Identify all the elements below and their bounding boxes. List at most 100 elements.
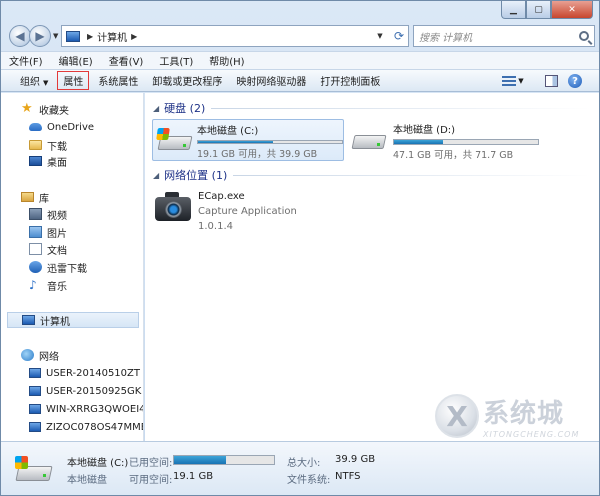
refresh-button[interactable]: ⟳	[389, 26, 409, 46]
drive-light	[183, 144, 186, 147]
close-button[interactable]: ✕	[551, 1, 593, 19]
navigation-pane: ★ 收藏夹 OneDrive 下载 桌面 库 视频 图片 文档 迅雷下载 ♪ 音乐 …	[1, 93, 144, 441]
search-icon[interactable]	[579, 31, 589, 41]
maximize-button[interactable]: ▢	[526, 1, 551, 19]
app-version: 1.0.1.4	[198, 221, 233, 232]
computer-icon	[66, 30, 80, 42]
nav-label: USER-20150925GK	[46, 385, 142, 397]
group-header-hard-disks[interactable]: ◢ 硬盘 (2)	[153, 100, 591, 116]
nav-network[interactable]: 网络	[21, 347, 59, 363]
help-button[interactable]: ?	[567, 73, 583, 89]
menu-help[interactable]: 帮助(H)	[209, 53, 244, 68]
system-properties-button[interactable]: 系统属性	[93, 71, 143, 90]
map-network-drive-button[interactable]: 映射网络驱动器	[231, 71, 311, 90]
uninstall-program-button[interactable]: 卸载或更改程序	[147, 71, 227, 90]
details-fs-value: NTFS	[335, 471, 361, 482]
open-control-panel-button[interactable]: 打开控制面板	[315, 71, 385, 90]
nav-onedrive[interactable]: OneDrive	[29, 119, 94, 135]
drive-usage-bar	[393, 139, 539, 145]
nav-network-host[interactable]: ZIZOC078OS47MME	[29, 419, 144, 435]
network-icon	[21, 349, 34, 361]
nav-music[interactable]: ♪ 音乐	[29, 277, 67, 293]
drive-body	[351, 135, 387, 149]
view-list-icon	[502, 76, 517, 86]
nav-computer[interactable]: 计算机	[7, 312, 139, 328]
search-input[interactable]: 搜索 计算机	[414, 29, 472, 44]
recent-pages-dropdown[interactable]: ▼	[53, 32, 58, 40]
nav-downloads[interactable]: 下载	[29, 137, 67, 153]
network-computer-icon	[29, 386, 41, 396]
nav-network-host[interactable]: USER-20140510ZT	[29, 365, 140, 381]
network-location-ecap[interactable]: ECap.exe Capture Application 1.0.1.4	[155, 189, 297, 234]
nav-label: 网络	[39, 351, 59, 363]
nav-network-host[interactable]: WIN-XRRG3QWOEI4	[29, 401, 143, 417]
menu-edit[interactable]: 编辑(E)	[59, 53, 93, 68]
nav-label: ZIZOC078OS47MME	[46, 421, 144, 433]
properties-button[interactable]: 属性	[57, 71, 90, 90]
menu-file[interactable]: 文件(F)	[9, 53, 43, 68]
command-bar: 组织 ▼ 属性 系统属性 卸载或更改程序 映射网络驱动器 打开控制面板 ▼ ?	[1, 69, 599, 92]
nav-label: 下载	[47, 141, 67, 153]
change-view-button[interactable]: ▼	[501, 73, 525, 89]
cloud-icon	[29, 123, 42, 131]
drive-c[interactable]: 本地磁盘 (C:) 19.1 GB 可用，共 39.9 GB	[152, 119, 344, 161]
system-drive-icon	[156, 128, 193, 154]
nav-documents[interactable]: 文档	[29, 241, 67, 257]
nav-pictures[interactable]: 图片	[29, 224, 67, 240]
nav-label: 图片	[47, 228, 67, 240]
drive-usage-fill	[394, 140, 443, 144]
nav-label: OneDrive	[47, 121, 95, 133]
windows-logo-icon	[15, 456, 28, 469]
minimize-button[interactable]: ▁	[501, 1, 526, 19]
chevron-down-icon: ▼	[518, 77, 524, 85]
nav-favorites[interactable]: ★ 收藏夹	[21, 101, 69, 117]
drive-d[interactable]: 本地磁盘 (D:) 47.1 GB 可用，共 71.7 GB	[347, 119, 539, 161]
camera-lens	[165, 201, 182, 218]
nav-videos[interactable]: 视频	[29, 206, 67, 222]
group-title: 硬盘 (2)	[164, 102, 206, 115]
nav-xunlei-downloads[interactable]: 迅雷下载	[29, 259, 87, 275]
nav-network-host[interactable]: USER-20150925GK	[29, 383, 141, 399]
library-icon	[21, 192, 34, 202]
nav-label: 迅雷下载	[47, 263, 87, 275]
breadcrumb-computer[interactable]: 计算机	[97, 29, 127, 44]
back-button[interactable]: ◀	[9, 25, 31, 47]
collapse-arrow-icon[interactable]: ◢	[153, 104, 159, 113]
organize-button[interactable]: 组织 ▼	[15, 71, 53, 90]
details-usage-bar	[173, 455, 275, 465]
search-box[interactable]: 搜索 计算机	[413, 25, 595, 47]
nav-label: 视频	[47, 210, 67, 222]
back-arrow-icon: ◀	[15, 29, 25, 43]
details-free-label: 可用空间:	[129, 475, 173, 486]
menu-view[interactable]: 查看(V)	[109, 53, 144, 68]
forward-button[interactable]: ▶	[29, 25, 51, 47]
preview-pane-button[interactable]	[543, 73, 559, 89]
content-pane: ◢ 硬盘 (2) 本地磁盘 (C:) 19.1 GB 可用，共 39.9 GB	[145, 93, 599, 441]
group-title: 网络位置 (1)	[164, 169, 228, 182]
group-divider	[211, 107, 591, 109]
nav-label: 音乐	[47, 281, 67, 293]
details-used-label: 已用空间:	[129, 458, 173, 469]
drive-light	[43, 474, 46, 477]
address-dropdown-icon[interactable]: ▼	[372, 32, 388, 40]
forward-arrow-icon: ▶	[35, 29, 45, 43]
nav-label: 桌面	[47, 157, 67, 169]
drive-size: 47.1 GB 可用，共 71.7 GB	[393, 150, 514, 161]
document-icon	[29, 243, 42, 255]
network-computer-icon	[29, 422, 41, 432]
group-divider	[233, 174, 591, 176]
nav-desktop[interactable]: 桌面	[29, 153, 67, 169]
explorer-window: ▁ ▢ ✕ ◀ ▶ ▼ ▶ 计算机 ▶ ▼ ⟳ 搜索 计算机 文件(F) 编辑(…	[0, 0, 600, 496]
breadcrumb-separator-icon[interactable]: ▶	[131, 32, 137, 41]
refresh-icon: ⟳	[393, 29, 405, 43]
collapse-arrow-icon[interactable]: ◢	[153, 171, 159, 180]
video-icon	[29, 208, 42, 220]
breadcrumb-separator-icon[interactable]: ▶	[87, 32, 93, 41]
menu-tools[interactable]: 工具(T)	[159, 53, 193, 68]
drive-icon	[351, 127, 389, 153]
drive-name: 本地磁盘 (C:)	[197, 126, 259, 137]
address-bar[interactable]: ▶ 计算机 ▶ ▼	[61, 25, 409, 47]
details-drive-name: 本地磁盘 (C:)	[67, 458, 129, 469]
nav-libraries[interactable]: 库	[21, 189, 49, 205]
group-header-network-locations[interactable]: ◢ 网络位置 (1)	[153, 167, 591, 183]
